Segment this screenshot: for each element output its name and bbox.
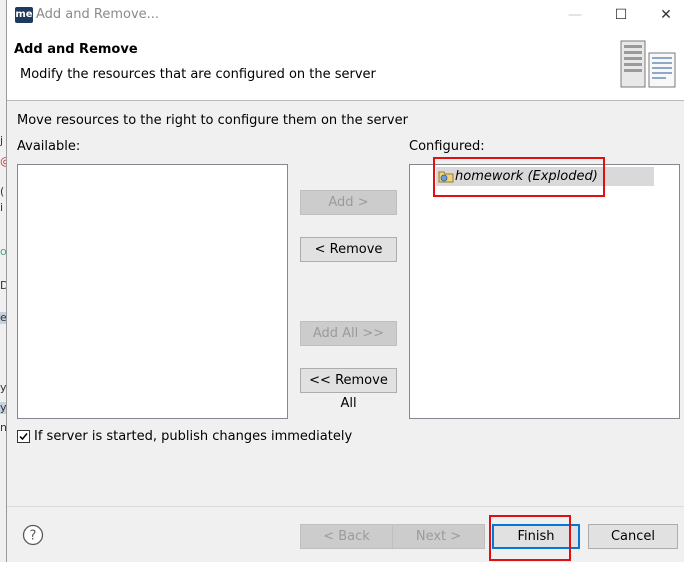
remove-all-button[interactable]: << Remove All bbox=[300, 368, 397, 411]
server-illustration-icon bbox=[620, 40, 676, 88]
app-logo-icon: me bbox=[15, 7, 33, 23]
finish-button[interactable]: Finish bbox=[492, 524, 580, 549]
cancel-button[interactable]: Cancel bbox=[588, 524, 678, 549]
footer-divider bbox=[7, 506, 684, 507]
configured-list[interactable]: homework (Exploded) bbox=[409, 164, 680, 419]
instructions-text: Move resources to the right to configure… bbox=[17, 113, 408, 128]
close-icon: ✕ bbox=[660, 7, 672, 23]
publish-checkbox[interactable] bbox=[17, 430, 30, 443]
page-title: Add and Remove bbox=[14, 42, 138, 57]
publish-option[interactable]: If server is started, publish changes im… bbox=[17, 429, 352, 444]
available-label: Available: bbox=[17, 139, 81, 154]
checkmark-icon bbox=[19, 433, 28, 441]
publish-checkbox-label: If server is started, publish changes im… bbox=[34, 429, 353, 444]
help-icon[interactable]: ? bbox=[22, 524, 44, 546]
list-item[interactable]: homework (Exploded) bbox=[436, 167, 654, 186]
list-item-label: homework (Exploded) bbox=[455, 169, 598, 184]
title-bar[interactable]: me Add and Remove... — ☐ ✕ bbox=[7, 0, 684, 31]
add-button[interactable]: Add > bbox=[300, 190, 397, 215]
maximize-icon: ☐ bbox=[614, 7, 628, 23]
add-all-button[interactable]: Add All >> bbox=[300, 321, 397, 346]
minimize-button[interactable]: — bbox=[552, 0, 598, 31]
configured-label: Configured: bbox=[409, 139, 485, 154]
available-list[interactable] bbox=[17, 164, 288, 419]
window-title: Add and Remove... bbox=[36, 7, 160, 22]
page-description: Modify the resources that are configured… bbox=[20, 67, 376, 82]
minimize-icon: — bbox=[568, 7, 582, 23]
wizard-header: Add and Remove Modify the resources that… bbox=[7, 31, 684, 101]
close-button[interactable]: ✕ bbox=[643, 0, 684, 31]
maximize-button[interactable]: ☐ bbox=[598, 0, 644, 31]
web-module-icon bbox=[438, 171, 454, 183]
back-button[interactable]: < Back bbox=[300, 524, 393, 549]
svg-text:?: ? bbox=[30, 529, 37, 544]
add-remove-dialog: me Add and Remove... — ☐ ✕ Add and Remov… bbox=[6, 0, 684, 562]
next-button[interactable]: Next > bbox=[392, 524, 485, 549]
remove-button[interactable]: < Remove bbox=[300, 237, 397, 262]
